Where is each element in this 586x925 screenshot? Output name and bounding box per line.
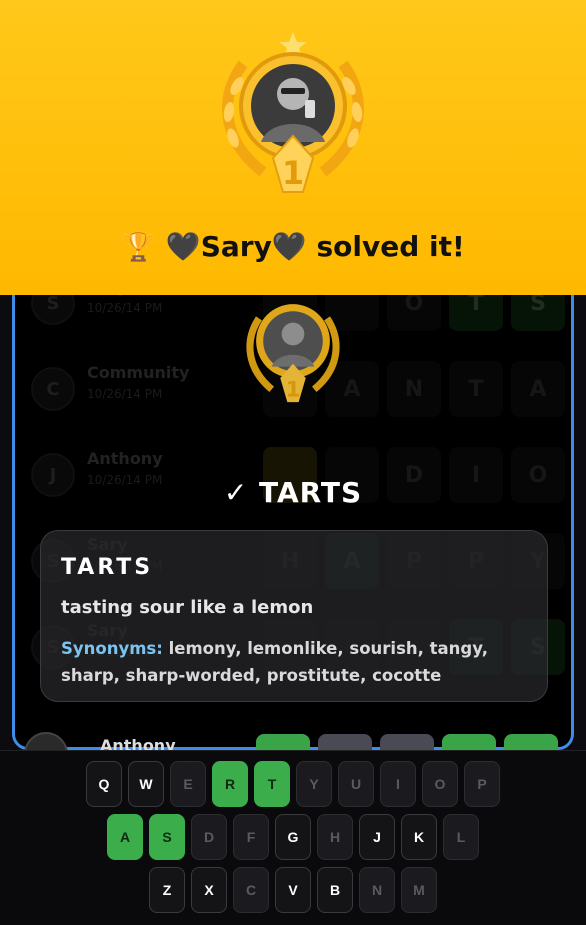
svg-text:1: 1 (282, 154, 304, 192)
winner-banner-text: 🏆 🖤Sary🖤 solved it! (121, 230, 465, 263)
key-l[interactable]: L (443, 814, 479, 860)
definition-card: TARTS tasting sour like a lemon Synonyms… (40, 530, 548, 702)
winner-medal-icon: 1 (246, 304, 340, 402)
key-b[interactable]: B (317, 867, 353, 913)
keyboard-row-2: ASDFGHJKL (0, 814, 586, 860)
key-i[interactable]: I (380, 761, 416, 807)
key-w[interactable]: W (128, 761, 164, 807)
key-c[interactable]: C (233, 867, 269, 913)
key-y[interactable]: Y (296, 761, 332, 807)
key-x[interactable]: X (191, 867, 227, 913)
key-f[interactable]: F (233, 814, 269, 860)
winner-banner: 1 🏆 🖤Sary🖤 solved it! (0, 0, 586, 295)
key-a[interactable]: A (107, 814, 143, 860)
key-t[interactable]: T (254, 761, 290, 807)
key-e[interactable]: E (170, 761, 206, 807)
key-u[interactable]: U (338, 761, 374, 807)
keyboard-row-3: ZXCVBNM (0, 867, 586, 913)
key-g[interactable]: G (275, 814, 311, 860)
key-m[interactable]: M (401, 867, 437, 913)
svg-text:1: 1 (286, 377, 301, 402)
key-d[interactable]: D (191, 814, 227, 860)
key-p[interactable]: P (464, 761, 500, 807)
key-r[interactable]: R (212, 761, 248, 807)
app-root: SSary10/26/14 PMOTSCCommunity10/26/14 PM… (0, 0, 586, 925)
solved-word-heading: ✓ TARTS (223, 476, 363, 509)
definition-word: TARTS (61, 555, 154, 580)
feed-row-partial: Anthony TENTS (14, 730, 574, 752)
definition-meaning: tasting sour like a lemon (61, 597, 314, 618)
definition-synonyms: Synonyms: lemony, lemonlike, sourish, ta… (61, 635, 531, 689)
key-n[interactable]: N (359, 867, 395, 913)
avatar (24, 732, 68, 752)
key-k[interactable]: K (401, 814, 437, 860)
key-v[interactable]: V (275, 867, 311, 913)
key-z[interactable]: Z (149, 867, 185, 913)
key-q[interactable]: Q (86, 761, 122, 807)
key-s[interactable]: S (149, 814, 185, 860)
key-h[interactable]: H (317, 814, 353, 860)
key-j[interactable]: J (359, 814, 395, 860)
on-screen-keyboard: QWERTYUIOP ASDFGHJKL ZXCVBNM (0, 750, 586, 925)
synonyms-label: Synonyms: (61, 639, 163, 658)
keyboard-row-1: QWERTYUIOP (0, 761, 586, 807)
first-place-laurel-medal-icon: 1 (222, 32, 364, 193)
key-o[interactable]: O (422, 761, 458, 807)
